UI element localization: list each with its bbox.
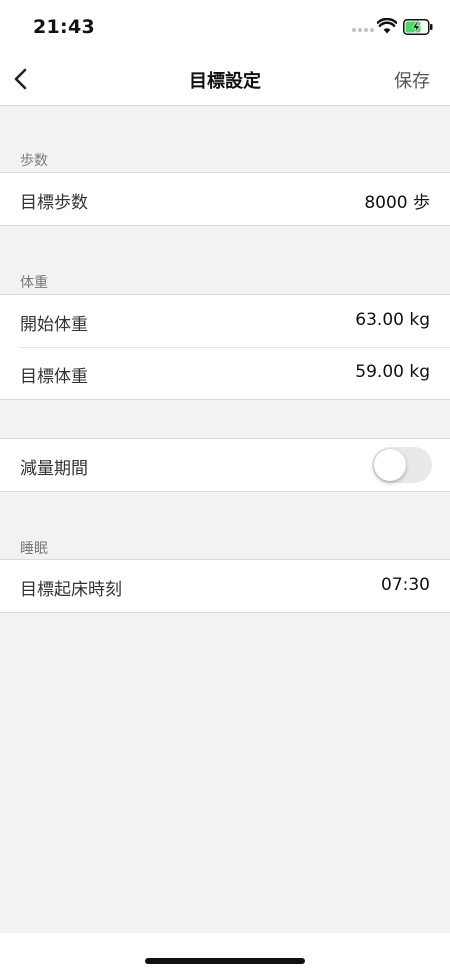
reduction-period-toggle[interactable] — [372, 447, 432, 483]
signal-dots-icon — [352, 28, 374, 34]
navigation-bar: 目標設定 保存 — [0, 54, 450, 106]
target-weight-row[interactable]: 目標体重 59.00 kg — [0, 347, 450, 399]
start-weight-row[interactable]: 開始体重 63.00 kg — [0, 295, 450, 347]
reduction-period-row: 減量期間 — [0, 439, 450, 491]
wifi-icon — [377, 18, 397, 34]
target-steps-row[interactable]: 目標歩数 8000 歩 — [0, 173, 450, 225]
section-header-steps: 歩数 — [20, 153, 48, 169]
target-weight-value: 59.00 kg — [355, 362, 430, 382]
steps-group: 目標歩数 8000 歩 — [0, 172, 450, 226]
home-indicator-area — [0, 933, 450, 974]
battery-charging-icon — [403, 19, 433, 35]
home-indicator[interactable] — [145, 958, 305, 964]
target-weight-label: 目標体重 — [20, 367, 88, 387]
save-button[interactable]: 保存 — [394, 67, 430, 93]
start-weight-value: 63.00 kg — [355, 310, 430, 330]
wake-time-label: 目標起床時刻 — [20, 580, 122, 600]
section-header-sleep: 睡眠 — [20, 541, 48, 557]
start-weight-label: 開始体重 — [20, 315, 88, 335]
weight-group: 開始体重 63.00 kg 目標体重 59.00 kg — [0, 294, 450, 400]
reduction-group: 減量期間 — [0, 438, 450, 492]
sleep-group: 目標起床時刻 07:30 — [0, 559, 450, 613]
page-title: 目標設定 — [189, 71, 261, 92]
status-bar: 21:43 — [0, 0, 450, 54]
target-steps-label: 目標歩数 — [20, 193, 88, 213]
reduction-period-label: 減量期間 — [20, 459, 88, 479]
status-time: 21:43 — [33, 16, 95, 38]
wake-time-value: 07:30 — [381, 575, 430, 595]
section-header-weight: 体重 — [20, 275, 48, 291]
target-steps-value: 8000 歩 — [364, 193, 430, 213]
toggle-knob — [374, 449, 406, 481]
wake-time-row[interactable]: 目標起床時刻 07:30 — [0, 560, 450, 612]
